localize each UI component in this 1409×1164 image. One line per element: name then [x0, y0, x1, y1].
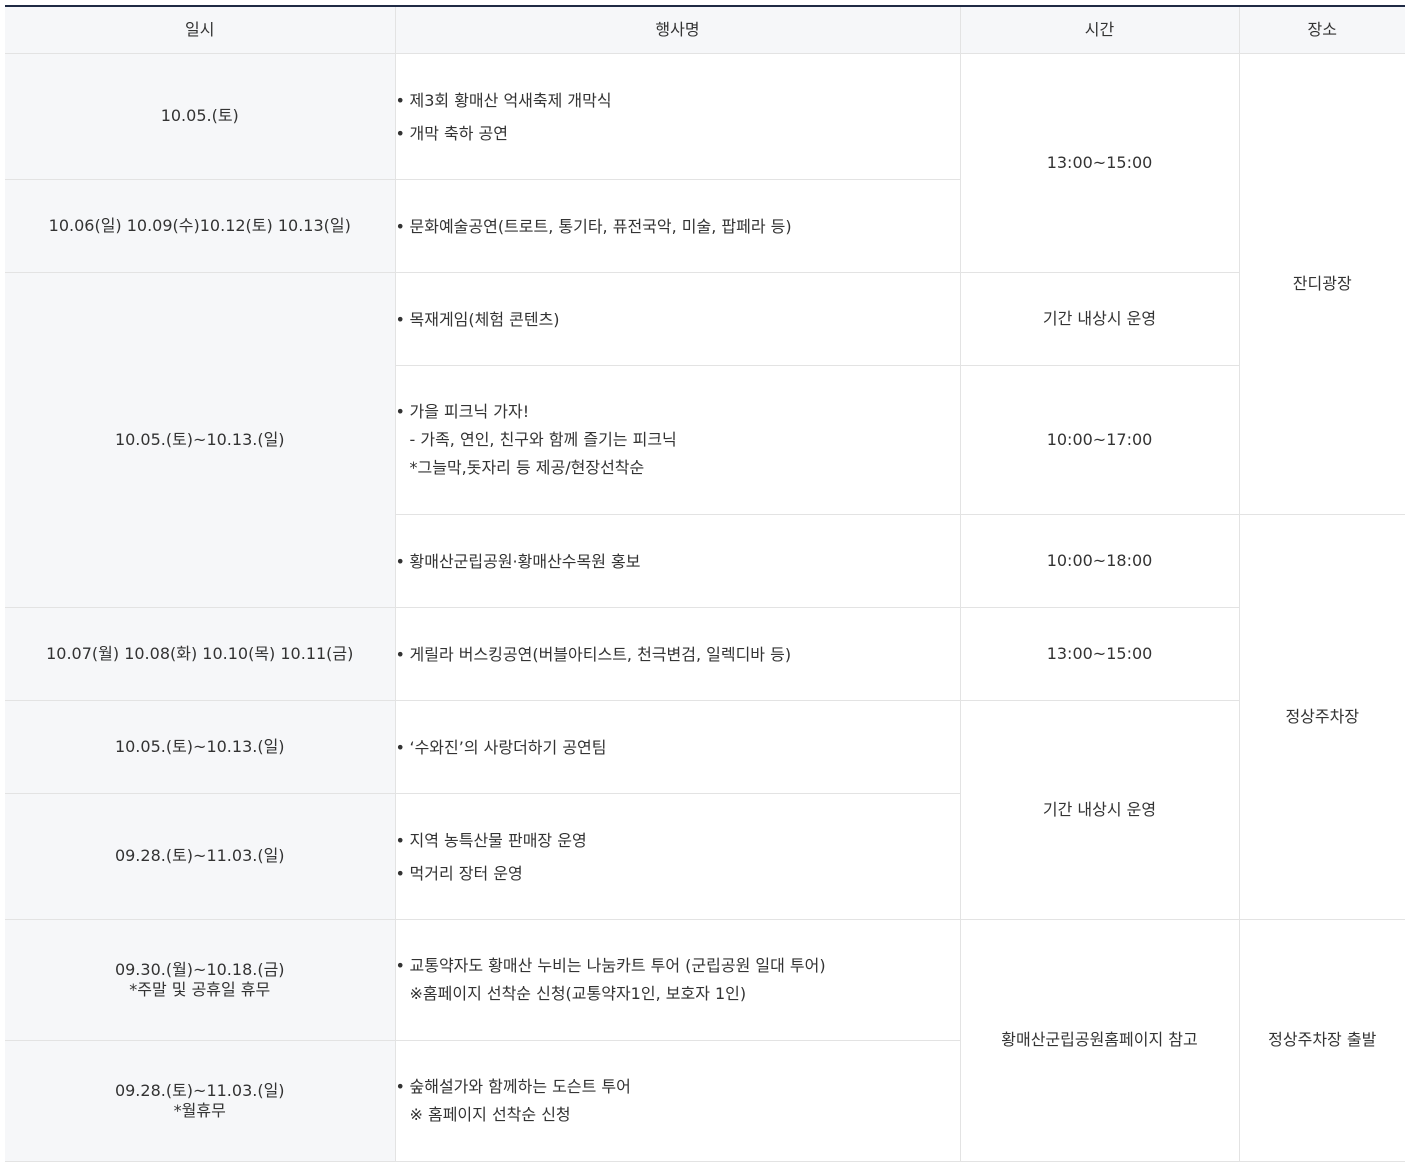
event-cell: 황매산군립공원·황매산수목원 홍보 [395, 514, 961, 608]
time-cell: 13:00~15:00 [959, 607, 1239, 701]
time-cell: 10:00~18:00 [959, 514, 1240, 608]
time-cell: 13:00~15:00 [959, 53, 1240, 273]
date-note: *주말 및 공휴일 휴무 [129, 980, 271, 999]
table-row: 10.05.(토)~10.13.(일) ‘수와진’의 사랑더하기 공연팀 기간 … [5, 700, 1405, 920]
date-cell: 10.05.(토)~10.13.(일) [5, 700, 396, 794]
table-row: 10.07(월) 10.08(화) 10.10(목) 10.11(금) 게릴라 … [5, 607, 1405, 701]
event-item: 가을 피크닉 가자! [396, 398, 960, 426]
event-cell: 지역 농특산물 판매장 운영 먹거리 장터 운영 [394, 793, 960, 920]
date-text: 09.28.(토)~11.03.(일) [114, 1081, 285, 1100]
date-text: 09.30.(월)~10.18.(금) [114, 960, 285, 979]
table-row: 10.05.(토)~10.13.(일) 목재게임(체험 콘텐츠) 기간 내상시 … [5, 272, 1405, 608]
date-cell: 10.05.(토) [5, 53, 396, 180]
date-cell: 10.05.(토)~10.13.(일) [5, 272, 396, 608]
event-item: ‘수와진’의 사랑더하기 공연팀 [396, 731, 960, 764]
event-schedule-table: 일시 행사명 시간 장소 10.05.(토) 제3회 황매산 억새축제 개막식 … [5, 5, 1405, 1162]
event-sub-line: - 가족, 연인, 친구와 함께 즐기는 피크닉 [409, 430, 677, 449]
date-cell: 10.06(일) 10.09(수)10.12(토) 10.13(일) [5, 179, 396, 273]
header-event: 행사명 [394, 5, 961, 54]
event-item: 교통약자도 황매산 누비는 나눔카트 투어 (군립공원 일대 투어) [396, 952, 960, 980]
event-cell: 가을 피크닉 가자! - 가족, 연인, 친구와 함께 즐기는 피크닉 *그늘막… [395, 365, 961, 515]
date-cell: 10.07(월) 10.08(화) 10.10(목) 10.11(금) [5, 607, 396, 701]
event-item: 황매산군립공원·황매산수목원 홍보 [396, 545, 960, 578]
event-cell: 제3회 황매산 억새축제 개막식 개막 축하 공연 [394, 53, 961, 180]
event-cell: 문화예술공연(트로트, 통기타, 퓨전국악, 미술, 팝페라 등) [394, 179, 960, 273]
event-item: 개막 축하 공연 [396, 117, 960, 150]
place-cell: 잔디광장 [1238, 53, 1405, 515]
event-sub-line: ※ 홈페이지 선착순 신청 [409, 1105, 571, 1124]
event-item: 문화예술공연(트로트, 통기타, 퓨전국악, 미술, 팝페라 등) [396, 210, 960, 243]
place-cell: 정상주차장 출발 [1238, 919, 1405, 1162]
time-cell: 10:00~17:00 [959, 365, 1239, 515]
date-cell: 09.28.(토)~11.03.(일) [5, 793, 396, 920]
date-cell: 09.28.(토)~11.03.(일) *월휴무 [5, 1040, 396, 1162]
time-cell: 기간 내상시 운영 [959, 272, 1239, 366]
event-item: 제3회 황매산 억새축제 개막식 [396, 84, 960, 117]
event-cell: 교통약자도 황매산 누비는 나눔카트 투어 (군립공원 일대 투어) ※홈페이지… [394, 919, 961, 1041]
event-cell: 숲해설가와 함께하는 도슨트 투어 ※ 홈페이지 선착순 신청 [394, 1040, 960, 1162]
event-cell: 목재게임(체험 콘텐츠) [394, 272, 961, 366]
event-item-title: 가을 피크닉 가자! [409, 402, 530, 421]
table-row: 09.30.(월)~10.18.(금) *주말 및 공휴일 휴무 교통약자도 황… [5, 919, 1405, 1162]
header-date: 일시 [5, 5, 396, 54]
event-item: 먹거리 장터 운영 [396, 857, 960, 890]
event-sub-line: *그늘막,돗자리 등 제공/현장선착순 [409, 458, 645, 477]
event-item: 목재게임(체험 콘텐츠) [396, 303, 960, 336]
event-item: 지역 농특산물 판매장 운영 [396, 824, 960, 857]
header-time: 시간 [959, 5, 1240, 54]
header-place: 장소 [1238, 5, 1405, 54]
event-cell: 게릴라 버스킹공연(버블아티스트, 천극변검, 일렉디바 등) [394, 607, 961, 701]
event-sub-line: ※홈페이지 선착순 신청(교통약자1인, 보호자 1인) [409, 984, 747, 1003]
table-row: 10.05.(토) 제3회 황매산 억새축제 개막식 개막 축하 공연 13:0… [5, 53, 1405, 515]
event-item: 게릴라 버스킹공연(버블아티스트, 천극변검, 일렉디바 등) [396, 638, 960, 671]
time-cell: 기간 내상시 운영 [959, 700, 1239, 920]
time-cell: 황매산군립공원홈페이지 참고 [959, 919, 1240, 1162]
place-cell: 정상주차장 [1238, 514, 1405, 920]
table-header-row: 일시 행사명 시간 장소 [5, 5, 1405, 54]
date-note: *월휴무 [173, 1101, 226, 1120]
date-cell: 09.30.(월)~10.18.(금) *주말 및 공휴일 휴무 [5, 919, 396, 1041]
event-item: 숲해설가와 함께하는 도슨트 투어 [396, 1073, 960, 1101]
event-cell: ‘수와진’의 사랑더하기 공연팀 [394, 700, 961, 794]
